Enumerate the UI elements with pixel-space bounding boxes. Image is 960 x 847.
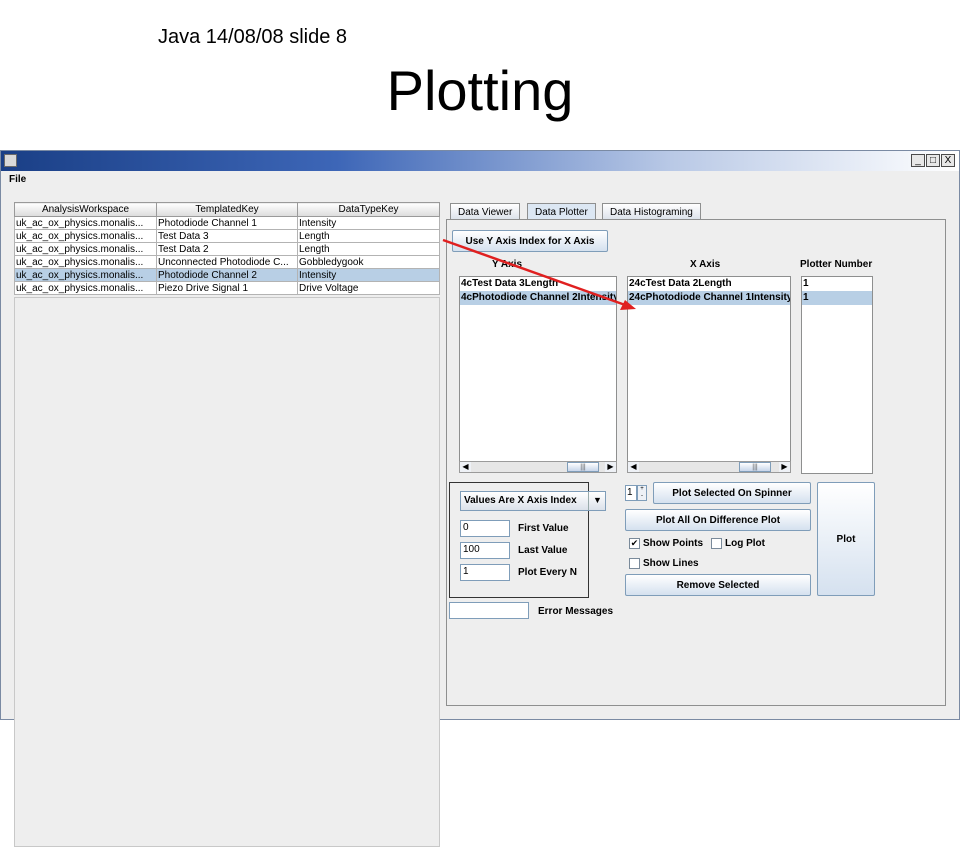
list-item-selected[interactable]: 4cPhotodiode Channel 2Intensity	[460, 291, 616, 305]
scroll-left-icon[interactable]: ◀	[460, 462, 471, 472]
scroll-right-icon[interactable]: ▶	[605, 462, 616, 472]
table-cell: Length	[297, 242, 440, 256]
table-row[interactable]: uk_ac_ox_physics.monalis... Piezo Drive …	[14, 281, 440, 295]
first-value-label: First Value	[518, 523, 569, 534]
close-button[interactable]: X	[941, 154, 955, 167]
error-messages-label: Error Messages	[538, 606, 614, 617]
first-value-field[interactable]: 0	[460, 520, 510, 537]
plot-button[interactable]: Plot	[817, 482, 875, 596]
last-value-label: Last Value	[518, 545, 568, 556]
table-cell: Length	[297, 229, 440, 243]
plot-every-n-label: Plot Every N	[518, 567, 577, 578]
y-axis-list-scrollbar[interactable]: ◀ ||| ▶	[459, 461, 617, 473]
tab-data-histograming[interactable]: Data Histograming	[602, 203, 701, 220]
list-item-selected[interactable]: 24cPhotodiode Channel 1Intensity	[628, 291, 790, 305]
show-points-label: Show Points	[643, 538, 703, 549]
plotter-number-label: Plotter Number	[800, 259, 873, 270]
table-row[interactable]: uk_ac_ox_physics.monalis... Unconnected …	[14, 255, 440, 269]
show-points-checkbox[interactable]: ✔	[629, 538, 640, 549]
remove-selected-button[interactable]: Remove Selected	[625, 574, 811, 596]
table-cell: Photodiode Channel 1	[156, 216, 298, 230]
maximize-button[interactable]: □	[926, 154, 940, 167]
list-item[interactable]: 1	[802, 277, 872, 291]
table-cell: uk_ac_ox_physics.monalis...	[14, 216, 157, 230]
data-plotter-panel: Use Y Axis Index for X Axis Y Axis X Axi…	[446, 219, 946, 706]
table-cell: Unconnected Photodiode C...	[156, 255, 298, 269]
app-icon	[4, 154, 17, 167]
list-item[interactable]: 24cTest Data 2Length	[628, 277, 790, 291]
scroll-right-icon[interactable]: ▶	[779, 462, 790, 472]
data-key-table: AnalysisWorkspace TemplatedKey DataTypeK…	[14, 202, 440, 295]
plotter-spinner-field[interactable]: 1	[625, 485, 637, 501]
plot-all-on-difference-plot-button[interactable]: Plot All On Difference Plot	[625, 509, 811, 531]
plot-every-n-field[interactable]: 1	[460, 564, 510, 581]
slide-subtitle: Java 14/08/08 slide 8	[158, 26, 348, 48]
y-axis-label: Y Axis	[492, 259, 523, 270]
table-cell: Intensity	[297, 268, 440, 282]
table-cell: Piezo Drive Signal 1	[156, 281, 298, 295]
table-cell: Photodiode Channel 2	[156, 268, 298, 282]
scrollbar-thumb[interactable]: |||	[567, 462, 599, 472]
slide-title: Plotting	[386, 59, 574, 122]
table-cell: uk_ac_ox_physics.monalis...	[14, 268, 157, 282]
menu-file[interactable]: File	[9, 174, 26, 185]
list-item-selected[interactable]: 1	[802, 291, 872, 305]
last-value-field[interactable]: 100	[460, 542, 510, 559]
error-messages-field[interactable]	[449, 602, 529, 619]
table-cell: Test Data 2	[156, 242, 298, 256]
app-window: _ □ X File AnalysisWorkspace TemplatedKe…	[0, 150, 960, 847]
plotter-number-list[interactable]: 1 1	[801, 276, 873, 474]
spinner-arrows-icon[interactable]: + -	[637, 485, 647, 501]
scrollbar-thumb[interactable]: |||	[739, 462, 771, 472]
tab-data-viewer[interactable]: Data Viewer	[450, 203, 521, 220]
table-cell: uk_ac_ox_physics.monalis...	[14, 229, 157, 243]
minimize-button[interactable]: _	[911, 154, 925, 167]
show-lines-label: Show Lines	[643, 558, 699, 569]
log-plot-label: Log Plot	[725, 538, 765, 549]
column-header-data-type-key[interactable]: DataTypeKey	[297, 202, 440, 217]
index-mode-value: Values Are X Axis Index	[464, 495, 577, 506]
table-empty-area	[14, 297, 440, 847]
table-cell: Test Data 3	[156, 229, 298, 243]
use-y-axis-index-button[interactable]: Use Y Axis Index for X Axis	[452, 230, 608, 252]
x-axis-list-scrollbar[interactable]: ◀ ||| ▶	[627, 461, 791, 473]
index-options-group: Values Are X Axis Index ▼ 0 First Value …	[449, 482, 606, 598]
plot-selected-on-spinner-button[interactable]: Plot Selected On Spinner	[653, 482, 811, 504]
show-lines-checkbox[interactable]	[629, 558, 640, 569]
log-plot-checkbox[interactable]	[711, 538, 722, 549]
x-axis-list[interactable]: 24cTest Data 2Length 24cPhotodiode Chann…	[627, 276, 791, 463]
table-row[interactable]: uk_ac_ox_physics.monalis... Test Data 3 …	[14, 229, 440, 243]
table-row-selected[interactable]: uk_ac_ox_physics.monalis... Photodiode C…	[14, 268, 440, 282]
list-item[interactable]: 4cTest Data 3Length	[460, 277, 616, 291]
menu-bar: File	[1, 171, 959, 189]
table-cell: uk_ac_ox_physics.monalis...	[14, 242, 157, 256]
table-cell: uk_ac_ox_physics.monalis...	[14, 281, 157, 295]
table-cell: uk_ac_ox_physics.monalis...	[14, 255, 157, 269]
index-mode-combo[interactable]: Values Are X Axis Index ▼	[460, 491, 606, 511]
table-cell: Intensity	[297, 216, 440, 230]
column-header-analysis-workspace[interactable]: AnalysisWorkspace	[14, 202, 157, 217]
scroll-left-icon[interactable]: ◀	[628, 462, 639, 472]
table-row[interactable]: uk_ac_ox_physics.monalis... Test Data 2 …	[14, 242, 440, 256]
chevron-down-icon[interactable]: ▼	[588, 492, 606, 510]
table-cell: Gobbledygook	[297, 255, 440, 269]
window-title-bar[interactable]: _ □ X	[1, 151, 959, 171]
x-axis-label: X Axis	[690, 259, 721, 270]
y-axis-list[interactable]: 4cTest Data 3Length 4cPhotodiode Channel…	[459, 276, 617, 463]
table-row[interactable]: uk_ac_ox_physics.monalis... Photodiode C…	[14, 216, 440, 230]
table-cell: Drive Voltage	[297, 281, 440, 295]
column-header-templated-key[interactable]: TemplatedKey	[156, 202, 298, 217]
